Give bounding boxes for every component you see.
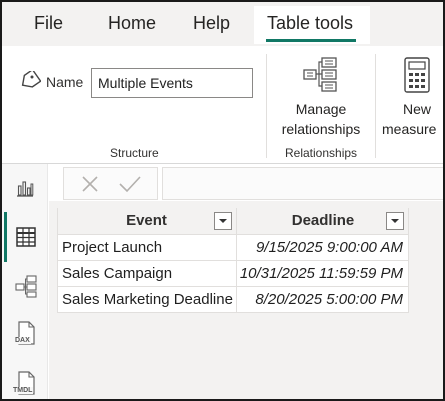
manage-relationships-label-line2: relationships [281, 121, 361, 137]
deadline-filter-dropdown[interactable] [386, 212, 404, 230]
new-measure-button[interactable]: New measure [382, 54, 443, 140]
grid-line [57, 312, 409, 313]
table-row[interactable]: Project Launch 9/15/2025 9:00:00 AM [57, 235, 409, 261]
model-view-icon [14, 274, 38, 303]
table-view-button[interactable] [2, 218, 48, 258]
tmdl-view-button[interactable]: TMDL [2, 362, 48, 399]
name-label: Name [46, 74, 84, 90]
table-header-row: Event Deadline [57, 208, 409, 234]
ribbon: Name Structure [2, 46, 443, 164]
dax-query-view-icon [15, 320, 37, 351]
manage-relationships-icon [302, 56, 340, 99]
deadline-cell[interactable]: 8/20/2025 5:00:00 PM [237, 287, 409, 313]
event-filter-dropdown[interactable] [214, 212, 232, 230]
calculator-icon [403, 56, 431, 99]
model-view-button[interactable] [2, 266, 48, 306]
tmdl-icon-text: TMDL [12, 387, 34, 394]
formula-actions [63, 167, 158, 200]
deadline-cell[interactable]: 9/15/2025 9:00:00 AM [237, 235, 409, 261]
ribbon-separator [266, 54, 267, 158]
manage-relationships-label-line1: Manage [295, 101, 347, 117]
event-cell[interactable]: Sales Marketing Deadline [57, 287, 236, 313]
column-header-event[interactable]: Event [57, 208, 236, 234]
column-header-label: Deadline [291, 212, 355, 229]
chevron-down-icon [391, 219, 399, 223]
relationships-group-label: Relationships [285, 146, 358, 160]
table-view-icon [15, 226, 37, 253]
tab-file[interactable]: File [34, 13, 63, 34]
chevron-down-icon [219, 219, 227, 223]
formula-bar [57, 167, 443, 201]
manage-relationships-button[interactable]: Manage relationships [272, 54, 370, 140]
dax-query-view-button[interactable]: DAX [2, 314, 48, 354]
report-view-button[interactable] [2, 168, 48, 208]
ribbon-tab-bar: File Home Help Table tools [2, 2, 443, 46]
ribbon-divider [2, 163, 443, 164]
event-cell[interactable]: Sales Campaign [57, 261, 236, 287]
grid-line [408, 208, 409, 313]
grid-line [236, 208, 237, 313]
dax-icon-text: DAX [14, 337, 31, 344]
new-measure-label-line2: measure [382, 121, 437, 137]
column-header-deadline[interactable]: Deadline [237, 208, 409, 234]
event-cell[interactable]: Project Launch [57, 235, 236, 261]
column-header-label: Event [126, 212, 167, 229]
cancel-icon[interactable] [80, 174, 100, 199]
tab-home[interactable]: Home [108, 13, 156, 34]
tab-help[interactable]: Help [193, 13, 230, 34]
grid-line [57, 286, 409, 287]
app-window: File Home Help Table tools Name Structur… [0, 0, 445, 401]
ribbon-separator [375, 54, 376, 158]
tmdl-view-icon [15, 370, 37, 399]
active-tab-indicator [266, 39, 356, 42]
formula-input[interactable] [162, 167, 443, 200]
tag-icon [19, 68, 42, 89]
new-measure-label-line1: New [402, 101, 431, 117]
structure-group-label: Structure [110, 146, 159, 160]
tab-table-tools[interactable]: Table tools [267, 13, 353, 34]
commit-check-icon[interactable] [118, 174, 142, 199]
grid-line [57, 208, 58, 313]
table-row[interactable]: Sales Marketing Deadline 8/20/2025 5:00:… [57, 287, 409, 313]
table-row[interactable]: Sales Campaign 10/31/2025 11:59:59 PM [57, 261, 409, 287]
report-view-icon [15, 178, 35, 203]
grid-line [57, 234, 409, 235]
table-name-input[interactable] [91, 68, 253, 98]
data-grid: Event Deadline Project Launch 9/15/2025 … [57, 208, 409, 314]
grid-line [57, 260, 409, 261]
view-rail: DAX TMDL [2, 164, 48, 399]
deadline-cell[interactable]: 10/31/2025 11:59:59 PM [237, 261, 409, 287]
